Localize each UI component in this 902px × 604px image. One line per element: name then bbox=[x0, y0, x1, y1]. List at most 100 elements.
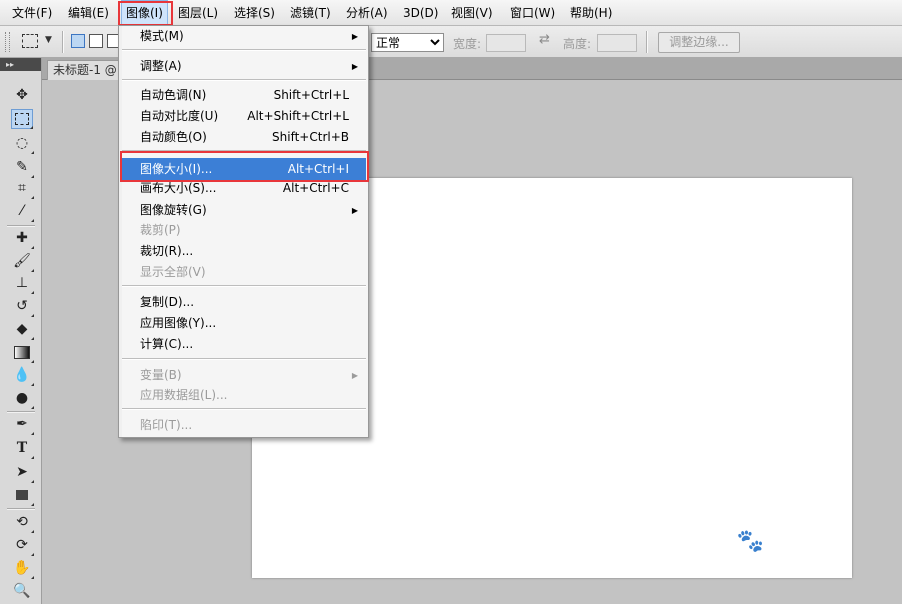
menu-item-trim[interactable]: 裁切(R)... bbox=[122, 241, 366, 262]
hand-tool-icon[interactable]: ✋ bbox=[11, 558, 34, 579]
image-size-callout bbox=[120, 151, 369, 182]
type-tool-icon[interactable]: T bbox=[11, 438, 34, 459]
menu-edit[interactable]: 编辑(E) bbox=[64, 0, 113, 26]
toolbox-collapse-icon[interactable]: ▸▸ bbox=[0, 58, 41, 71]
menu-view[interactable]: 视图(V) bbox=[447, 0, 497, 26]
width-label: 宽度: bbox=[453, 37, 482, 51]
watermark-brand: Bai bbox=[693, 522, 738, 555]
marquee-tool-icon[interactable] bbox=[11, 109, 33, 129]
menu-window[interactable]: 窗口(W) bbox=[506, 0, 559, 26]
menu-help[interactable]: 帮助(H) bbox=[566, 0, 616, 26]
options-divider bbox=[62, 31, 64, 53]
stamp-tool-icon[interactable]: ⊥ bbox=[11, 273, 34, 294]
menu-item-label: 陷印(T)... bbox=[140, 418, 193, 432]
healing-brush-icon[interactable]: ✚ bbox=[11, 228, 34, 249]
menu-item-shortcut: Shift+Ctrl+B bbox=[272, 130, 349, 144]
toolbox: ▸▸ ✥ ◌ ✎ ⌗ ⁄ ✚ 🖌 ⊥ ↺ ◆ 💧 ● ✒ T ➤ ⟲ ⟳ ✋ 🔍 bbox=[0, 58, 42, 604]
menu-item-auto-tone[interactable]: 自动色调(N) Shift+Ctrl+L bbox=[122, 85, 366, 106]
menu-item-label: 显示全部(V) bbox=[140, 265, 206, 279]
menu-item-duplicate[interactable]: 复制(D)... bbox=[122, 292, 366, 313]
menu-item-adjustments[interactable]: 调整(A) ▶ bbox=[122, 56, 366, 77]
menu-item-label: 应用数据组(L)... bbox=[140, 388, 228, 402]
watermark-url: jingyan.baidu.com bbox=[690, 562, 795, 577]
menu-analysis[interactable]: 分析(A) bbox=[342, 0, 392, 26]
eraser-tool-icon[interactable]: ◆ bbox=[11, 319, 34, 340]
submenu-arrow-icon: ▶ bbox=[351, 206, 358, 215]
menu-item-label: 画布大小(S)... bbox=[140, 181, 217, 195]
eyedropper-icon[interactable]: ⁄ bbox=[11, 201, 34, 222]
quick-selection-icon[interactable]: ✎ bbox=[11, 157, 34, 178]
watermark-logo: Bai🐾du 经验 bbox=[693, 520, 849, 556]
path-selection-icon[interactable]: ➤ bbox=[11, 462, 34, 483]
lasso-tool-icon[interactable]: ◌ bbox=[11, 133, 34, 154]
menu-layer[interactable]: 图层(L) bbox=[174, 0, 222, 26]
watermark-brand-cn: 经验 bbox=[801, 527, 849, 554]
menu-separator bbox=[122, 408, 366, 410]
menu-item-label: 自动对比度(U) bbox=[140, 109, 219, 123]
menu-item-reveal-all: 显示全部(V) bbox=[122, 262, 366, 283]
menu-item-trap: 陷印(T)... bbox=[122, 415, 366, 436]
toolbox-divider bbox=[7, 411, 35, 413]
image-menu-dropdown: 模式(M) ▶ 调整(A) ▶ 自动色调(N) Shift+Ctrl+L 自动对比度(U) A… bbox=[118, 25, 369, 438]
menu-select[interactable]: 选择(S) bbox=[230, 0, 279, 26]
height-field[interactable] bbox=[597, 34, 637, 52]
menu-item-auto-color[interactable]: 自动颜色(O) Shift+Ctrl+B bbox=[122, 127, 366, 148]
menu-item-mode[interactable]: 模式(M) ▶ bbox=[122, 26, 366, 47]
move-tool-icon[interactable]: ✥ bbox=[11, 85, 33, 105]
submenu-arrow-icon: ▶ bbox=[351, 32, 358, 41]
menu-item-label: 调整(A) bbox=[140, 59, 182, 73]
menu-item-label: 变量(B) bbox=[140, 368, 182, 382]
menu-separator bbox=[122, 285, 366, 287]
submenu-arrow-icon: ▶ bbox=[351, 371, 358, 380]
height-label: 高度: bbox=[563, 37, 592, 51]
toolbox-divider bbox=[7, 225, 35, 227]
dodge-tool-icon[interactable]: ● bbox=[11, 388, 34, 409]
width-field[interactable] bbox=[486, 34, 526, 52]
menu-item-label: 图像旋转(G) bbox=[140, 203, 207, 217]
menu-item-crop: 裁剪(P) bbox=[122, 220, 366, 241]
menu-item-calculations[interactable]: 计算(C)... bbox=[122, 334, 366, 355]
chevron-down-icon[interactable]: ▼ bbox=[45, 35, 52, 45]
menu-item-label: 裁切(R)... bbox=[140, 244, 194, 258]
menu-separator bbox=[122, 358, 366, 360]
menu-separator bbox=[122, 79, 366, 81]
brush-tool-icon[interactable]: 🖌 bbox=[11, 251, 34, 272]
menu-item-shortcut: Alt+Shift+Ctrl+L bbox=[247, 109, 349, 123]
zoom-tool-icon[interactable]: 🔍 bbox=[11, 581, 33, 601]
menu-file[interactable]: 文件(F) bbox=[8, 0, 56, 26]
submenu-arrow-icon: ▶ bbox=[351, 62, 358, 71]
swap-icon[interactable]: ⇄ bbox=[539, 32, 550, 47]
menu-item-auto-contrast[interactable]: 自动对比度(U) Alt+Shift+Ctrl+L bbox=[122, 106, 366, 127]
3d-rotate-icon[interactable]: ⟲ bbox=[11, 512, 34, 533]
new-selection-icon[interactable] bbox=[71, 34, 85, 48]
add-selection-icon[interactable] bbox=[89, 34, 103, 48]
menu-item-apply-data-set: 应用数据组(L)... bbox=[122, 385, 366, 406]
blur-tool-icon[interactable]: 💧 bbox=[11, 365, 34, 386]
menu-item-label: 模式(M) bbox=[140, 29, 184, 43]
watermark-brand-2: du bbox=[763, 522, 799, 555]
menu-separator bbox=[122, 49, 366, 51]
pen-tool-icon[interactable]: ✒ bbox=[11, 414, 34, 435]
options-grip[interactable] bbox=[5, 32, 10, 52]
3d-orbit-icon[interactable]: ⟳ bbox=[11, 535, 34, 556]
menu-item-image-rotation[interactable]: 图像旋转(G) ▶ bbox=[122, 200, 366, 221]
menu-item-label: 裁剪(P) bbox=[140, 223, 181, 237]
menu-image-callout bbox=[118, 1, 173, 26]
style-select[interactable]: 正常 bbox=[371, 33, 444, 52]
options-divider bbox=[646, 31, 648, 53]
history-brush-icon[interactable]: ↺ bbox=[11, 296, 34, 317]
menu-filter[interactable]: 滤镜(T) bbox=[286, 0, 335, 26]
toolbox-divider bbox=[7, 508, 35, 510]
refine-edge-button[interactable]: 调整边缘... bbox=[658, 32, 740, 53]
shape-tool-icon[interactable] bbox=[11, 485, 34, 506]
marquee-preset-icon[interactable] bbox=[22, 34, 38, 48]
gradient-tool-icon[interactable] bbox=[11, 342, 34, 363]
menu-item-label: 自动颜色(O) bbox=[140, 130, 207, 144]
menu-item-variables: 变量(B) ▶ bbox=[122, 365, 366, 386]
crop-tool-icon[interactable]: ⌗ bbox=[11, 178, 34, 199]
menu-item-label: 复制(D)... bbox=[140, 295, 195, 309]
menu-item-label: 自动色调(N) bbox=[140, 88, 207, 102]
menu-3d[interactable]: 3D(D) bbox=[399, 0, 442, 26]
menu-item-label: 应用图像(Y)... bbox=[140, 316, 217, 330]
menu-item-apply-image[interactable]: 应用图像(Y)... bbox=[122, 313, 366, 334]
